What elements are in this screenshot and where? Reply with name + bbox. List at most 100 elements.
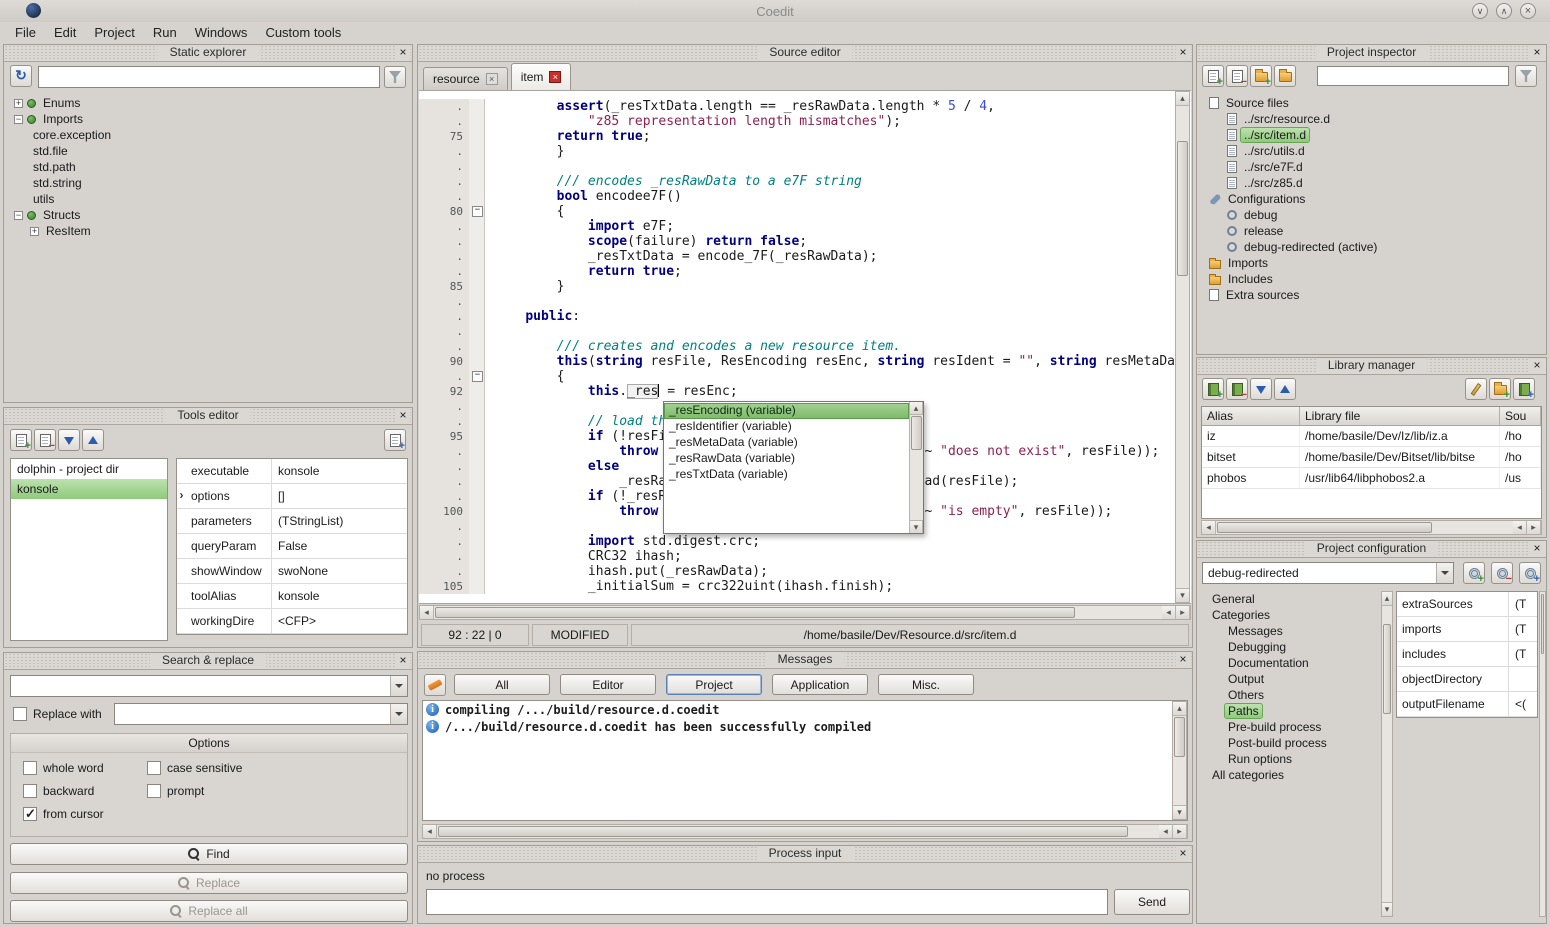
tree-item-std-file[interactable]: std.file <box>8 143 408 159</box>
menu-project[interactable]: Project <box>85 23 143 42</box>
tree-item-others[interactable]: Others <box>1203 687 1379 703</box>
tree-item-std-path[interactable]: std.path <box>8 159 408 175</box>
code-line[interactable]: . assert(_resTxtData.length == _resRawDa… <box>419 99 1176 114</box>
menu-windows[interactable]: Windows <box>186 23 257 42</box>
property-value[interactable]: (T <box>1509 592 1537 616</box>
scroll-up-icon[interactable] <box>1382 592 1392 606</box>
code-line[interactable]: . import e7F; <box>419 219 1176 234</box>
scroll-right-icon[interactable] <box>1176 606 1190 619</box>
tree-item-debug[interactable]: debug <box>1203 207 1542 223</box>
tree-item-general[interactable]: General <box>1203 591 1379 607</box>
filter-project-button[interactable]: Project <box>666 674 762 695</box>
configuration-right-vscrollbar[interactable] <box>1539 591 1546 917</box>
filter-sources-button[interactable] <box>1515 65 1537 87</box>
fold-marker[interactable] <box>469 369 485 384</box>
open-library-folder-button[interactable]: + <box>1489 378 1511 400</box>
tree-item-extra-sources[interactable]: Extra sources <box>1203 287 1542 303</box>
remove-library-button[interactable]: − <box>1226 378 1248 400</box>
property-value[interactable]: (T <box>1509 642 1537 666</box>
code-line[interactable]: . <box>419 159 1176 174</box>
configuration-select[interactable]: debug-redirected <box>1202 562 1454 584</box>
expander-icon[interactable]: − <box>14 211 23 220</box>
editor-tab-resource[interactable]: resource <box>423 67 508 90</box>
close-icon[interactable] <box>1176 847 1190 861</box>
scroll-left-icon[interactable] <box>1202 521 1216 534</box>
scroll-track[interactable] <box>1176 277 1189 588</box>
expander-icon[interactable]: + <box>30 227 39 236</box>
property-value[interactable]: konsole <box>272 584 407 608</box>
send-button[interactable]: Send <box>1114 889 1190 915</box>
filter-application-button[interactable]: Application <box>772 674 868 695</box>
menu-file[interactable]: File <box>6 23 45 42</box>
refresh-button[interactable] <box>10 65 32 87</box>
code-line[interactable]: . <box>419 324 1176 339</box>
property-value[interactable]: <CFP> <box>272 609 407 633</box>
scroll-down-icon[interactable] <box>1176 588 1189 602</box>
option-backward[interactable]: backward <box>23 784 141 798</box>
replace-all-button[interactable]: Replace all <box>10 900 408 922</box>
code-line[interactable]: . _resTxtData = encode_7F(_resRawData); <box>419 249 1176 264</box>
tree-item-src-e7f-d[interactable]: ../src/e7F.d <box>1203 159 1542 175</box>
tree-item-paths[interactable]: Paths <box>1203 703 1379 719</box>
message-row[interactable]: /.../build/resource.d.coedit has been su… <box>423 718 1187 735</box>
scroll-left-icon[interactable] <box>1159 825 1173 838</box>
scroll-thumb[interactable] <box>1383 624 1391 714</box>
add-configuration-button[interactable]: + <box>1519 562 1541 584</box>
code-line[interactable]: . /// encodes _resRawData to a e7F strin… <box>419 174 1176 189</box>
tree-item-messages[interactable]: Messages <box>1203 623 1379 639</box>
menu-edit[interactable]: Edit <box>45 23 85 42</box>
option-case-sensitive[interactable]: case sensitive <box>147 761 395 775</box>
replace-button[interactable]: Replace <box>10 872 408 894</box>
tree-item-utils[interactable]: utils <box>8 191 408 207</box>
menu-run[interactable]: Run <box>144 23 186 42</box>
project-configuration-header[interactable]: Project configuration <box>1197 541 1546 558</box>
code-line[interactable]: . import std.digest.crc; <box>419 534 1176 549</box>
property-value[interactable] <box>1509 667 1537 691</box>
library-row-bitset[interactable]: bitset/home/basile/Dev/Bitset/lib/bitse/… <box>1202 447 1541 468</box>
close-icon[interactable] <box>1530 46 1544 60</box>
close-icon[interactable] <box>1530 359 1544 373</box>
tree-item-src-utils-d[interactable]: ../src/utils.d <box>1203 143 1542 159</box>
scroll-thumb[interactable] <box>1217 522 1432 533</box>
tab-close-icon[interactable] <box>549 71 561 83</box>
expander-icon[interactable]: + <box>14 99 23 108</box>
add-source-folder-button[interactable]: + <box>1250 65 1272 87</box>
library-row-iz[interactable]: iz/home/basile/Dev/Iz/lib/iz.a/ho <box>1202 426 1541 447</box>
tree-item-release[interactable]: release <box>1203 223 1542 239</box>
tree-item-run-options[interactable]: Run options <box>1203 751 1379 767</box>
column-header-alias[interactable]: Alias <box>1202 407 1300 425</box>
scroll-track[interactable] <box>910 451 923 520</box>
replace-with-checkbox[interactable]: Replace with <box>13 707 102 721</box>
search-replace-header[interactable]: Search & replace <box>4 653 412 670</box>
completion-item-restxtdata-variable[interactable]: _resTxtData (variable) <box>664 467 909 483</box>
editor-tab-item[interactable]: item <box>511 63 572 90</box>
tree-item-std-string[interactable]: std.string <box>8 175 408 191</box>
remove-configuration-button[interactable]: − <box>1491 562 1513 584</box>
tree-item-src-resource-d[interactable]: ../src/resource.d <box>1203 111 1542 127</box>
remove-source-button[interactable]: − <box>1226 65 1248 87</box>
scroll-right-icon[interactable] <box>1527 521 1541 534</box>
close-icon[interactable] <box>1176 46 1190 60</box>
code-line[interactable]: . /// creates and encodes a new resource… <box>419 339 1176 354</box>
property-value[interactable]: (TStringList) <box>272 509 407 533</box>
message-row[interactable]: compiling /.../build/resource.d.coedit <box>423 701 1187 718</box>
close-icon[interactable] <box>1176 653 1190 667</box>
filter-editor-button[interactable]: Editor <box>560 674 656 695</box>
code-line[interactable]: 105 _initialSum = crc322uint(ihash.finis… <box>419 579 1176 594</box>
edit-library-button[interactable] <box>1465 378 1487 400</box>
scroll-up-icon[interactable] <box>910 402 923 415</box>
window-maximize-icon[interactable] <box>1496 3 1512 19</box>
tree-item-resitem[interactable]: +ResItem <box>8 223 408 239</box>
tree-item-src-z85-d[interactable]: ../src/z85.d <box>1203 175 1542 191</box>
editor-vscrollbar[interactable] <box>1175 91 1190 603</box>
scroll-thumb[interactable] <box>1177 141 1188 276</box>
tree-item-source-files[interactable]: Source files <box>1203 95 1542 111</box>
chevron-down-icon[interactable] <box>390 704 407 724</box>
tree-item-core-exception[interactable]: core.exception <box>8 127 408 143</box>
column-header-sou[interactable]: Sou <box>1500 407 1541 425</box>
scroll-left-icon[interactable] <box>1513 521 1527 534</box>
register-library-button[interactable]: + <box>1513 378 1535 400</box>
library-manager-header[interactable]: Library manager <box>1197 358 1546 375</box>
scroll-left-icon[interactable] <box>423 825 437 838</box>
tree-item-imports[interactable]: −Imports <box>8 111 408 127</box>
